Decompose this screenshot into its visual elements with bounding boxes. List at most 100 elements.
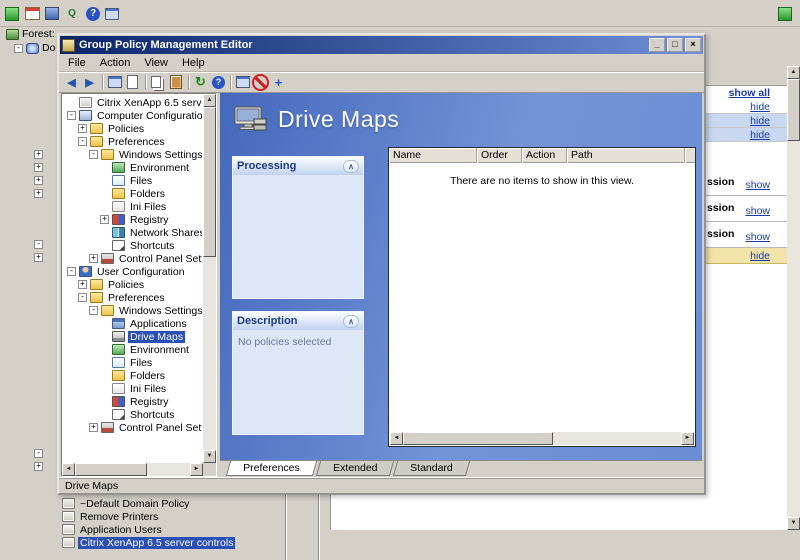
tree-item-ini-files[interactable]: Ini Files [63, 200, 202, 213]
tree-item-folders[interactable]: Folders [63, 187, 202, 200]
gpo-list-item[interactable]: Remove Printers [62, 510, 284, 523]
tree-item-folders[interactable]: Folders [63, 369, 202, 382]
tree-item-environment[interactable]: Environment [63, 161, 202, 174]
collapse-box[interactable]: - [34, 240, 43, 249]
tree-vertical-scrollbar[interactable]: ▲ ▼ [203, 94, 216, 463]
export-list-icon[interactable] [124, 74, 141, 91]
list-horizontal-scrollbar[interactable]: ◄ ► [390, 432, 694, 445]
vertical-scrollbar[interactable]: ▲ ▼ [787, 66, 800, 530]
tree-item-policies[interactable]: +Policies [63, 278, 202, 291]
menu-file[interactable]: File [61, 55, 93, 71]
scroll-left-icon[interactable]: ◄ [390, 432, 403, 445]
table-icon[interactable] [23, 5, 41, 23]
collapse-box[interactable]: - [89, 306, 98, 315]
hide-link[interactable]: hide [750, 250, 770, 262]
tree-item-citrix-xenapp-6-5-server-controls[interactable]: Citrix XenApp 6.5 server controls [63, 96, 202, 109]
expand-box[interactable]: + [78, 280, 87, 289]
minimize-button[interactable]: _ [649, 38, 665, 52]
tree-horizontal-scrollbar[interactable]: ◄ ► [62, 463, 203, 476]
scrollbar-thumb[interactable] [203, 107, 216, 257]
window-icon[interactable] [103, 5, 121, 23]
refresh-icon[interactable]: ↻ [192, 74, 209, 91]
back-icon[interactable]: ◀ [63, 74, 80, 91]
scroll-down-icon[interactable]: ▼ [787, 517, 800, 530]
tree-item-network-shares[interactable]: Network Shares [63, 226, 202, 239]
menu-action[interactable]: Action [93, 55, 138, 71]
close-button[interactable]: × [685, 38, 701, 52]
hide-link[interactable]: hide [750, 101, 770, 113]
scroll-down-icon[interactable]: ▼ [203, 450, 216, 463]
menu-help[interactable]: Help [175, 55, 212, 71]
tree-item-registry[interactable]: Registry [63, 395, 202, 408]
expand-box[interactable]: + [89, 423, 98, 432]
title-bar[interactable]: Group Policy Management Editor _□× [60, 36, 703, 54]
copy-icon[interactable] [149, 74, 166, 91]
menu-view[interactable]: View [137, 55, 175, 71]
tree-item-preferences[interactable]: -Preferences [63, 135, 202, 148]
column-header-action[interactable]: Action [522, 148, 567, 163]
collapse-box[interactable]: - [78, 293, 87, 302]
query-icon[interactable]: Q [63, 5, 81, 23]
tree-item-shortcuts[interactable]: Shortcuts [63, 408, 202, 421]
forward-icon[interactable]: ▶ [81, 74, 98, 91]
tab-standard[interactable]: Standard [393, 461, 470, 476]
expand-box[interactable]: + [100, 215, 109, 224]
show-all-link[interactable]: show all [729, 87, 770, 99]
column-header-order[interactable]: Order [477, 148, 522, 163]
tree-item-files[interactable]: Files [63, 356, 202, 369]
tree-item-control-panel-settings[interactable]: +Control Panel Settings [63, 252, 202, 265]
expand-box[interactable]: + [78, 124, 87, 133]
maximize-button[interactable]: □ [667, 38, 683, 52]
tree-item-shortcuts[interactable]: Shortcuts [63, 239, 202, 252]
tree-item-ini-files[interactable]: Ini Files [63, 382, 202, 395]
scrollbar-thumb[interactable] [403, 432, 553, 445]
tree-item-forest[interactable]: Forest: [6, 28, 55, 40]
console-icon[interactable] [3, 5, 21, 23]
tree-item-computer-configuration[interactable]: -Computer Configuration [63, 109, 202, 122]
column-header-name[interactable]: Name [389, 148, 477, 163]
block-icon[interactable] [252, 74, 269, 91]
help-icon[interactable]: ? [212, 76, 225, 89]
expand-box[interactable]: + [89, 254, 98, 263]
collapse-box[interactable]: - [67, 111, 76, 120]
expand-box[interactable]: + [34, 462, 43, 471]
scrollbar-thumb[interactable] [75, 463, 147, 476]
add-icon[interactable]: + [270, 74, 287, 91]
scrollbar-thumb[interactable] [787, 79, 800, 141]
gpo-list-item[interactable]: Application Users [62, 523, 284, 536]
gpo-list-item[interactable]: Citrix XenApp 6.5 server controls [62, 536, 284, 549]
expand-box[interactable]: + [34, 189, 43, 198]
tree-item-policies[interactable]: +Policies [63, 122, 202, 135]
paste-icon[interactable] [167, 74, 184, 91]
tree-item-domain[interactable]: - Dom [14, 42, 56, 54]
expand-box[interactable]: + [34, 150, 43, 159]
show-link[interactable]: show [745, 179, 770, 191]
collapse-box[interactable]: - [67, 267, 76, 276]
show-link[interactable]: show [745, 231, 770, 243]
tree-item-registry[interactable]: +Registry [63, 213, 202, 226]
show-link[interactable]: show [745, 205, 770, 217]
hide-link[interactable]: hide [750, 129, 770, 141]
tree-item-files[interactable]: Files [63, 174, 202, 187]
tree-item-drive-maps[interactable]: Drive Maps [63, 330, 202, 343]
collapse-box[interactable]: - [34, 449, 43, 458]
column-header-path[interactable]: Path [567, 148, 685, 163]
collapse-chevron-icon[interactable]: ∧ [343, 315, 359, 328]
tree-item-applications[interactable]: Applications [63, 317, 202, 330]
hide-link[interactable]: hide [750, 115, 770, 127]
collapse-box[interactable]: - [78, 137, 87, 146]
scroll-left-icon[interactable]: ◄ [62, 463, 75, 476]
tree-item-environment[interactable]: Environment [63, 343, 202, 356]
collapse-box[interactable]: - [89, 150, 98, 159]
help-icon[interactable]: ? [86, 7, 100, 21]
scroll-up-icon[interactable]: ▲ [787, 66, 800, 79]
grid-icon[interactable] [43, 5, 61, 23]
scroll-up-icon[interactable]: ▲ [203, 94, 216, 107]
tab-preferences[interactable]: Preferences [226, 461, 317, 476]
collapse-chevron-icon[interactable]: ∧ [343, 160, 359, 173]
window-icon[interactable] [234, 74, 251, 91]
scroll-right-icon[interactable]: ► [190, 463, 203, 476]
scroll-right-icon[interactable]: ► [681, 432, 694, 445]
tree-item-user-configuration[interactable]: -User Configuration [63, 265, 202, 278]
tab-extended[interactable]: Extended [315, 461, 394, 476]
